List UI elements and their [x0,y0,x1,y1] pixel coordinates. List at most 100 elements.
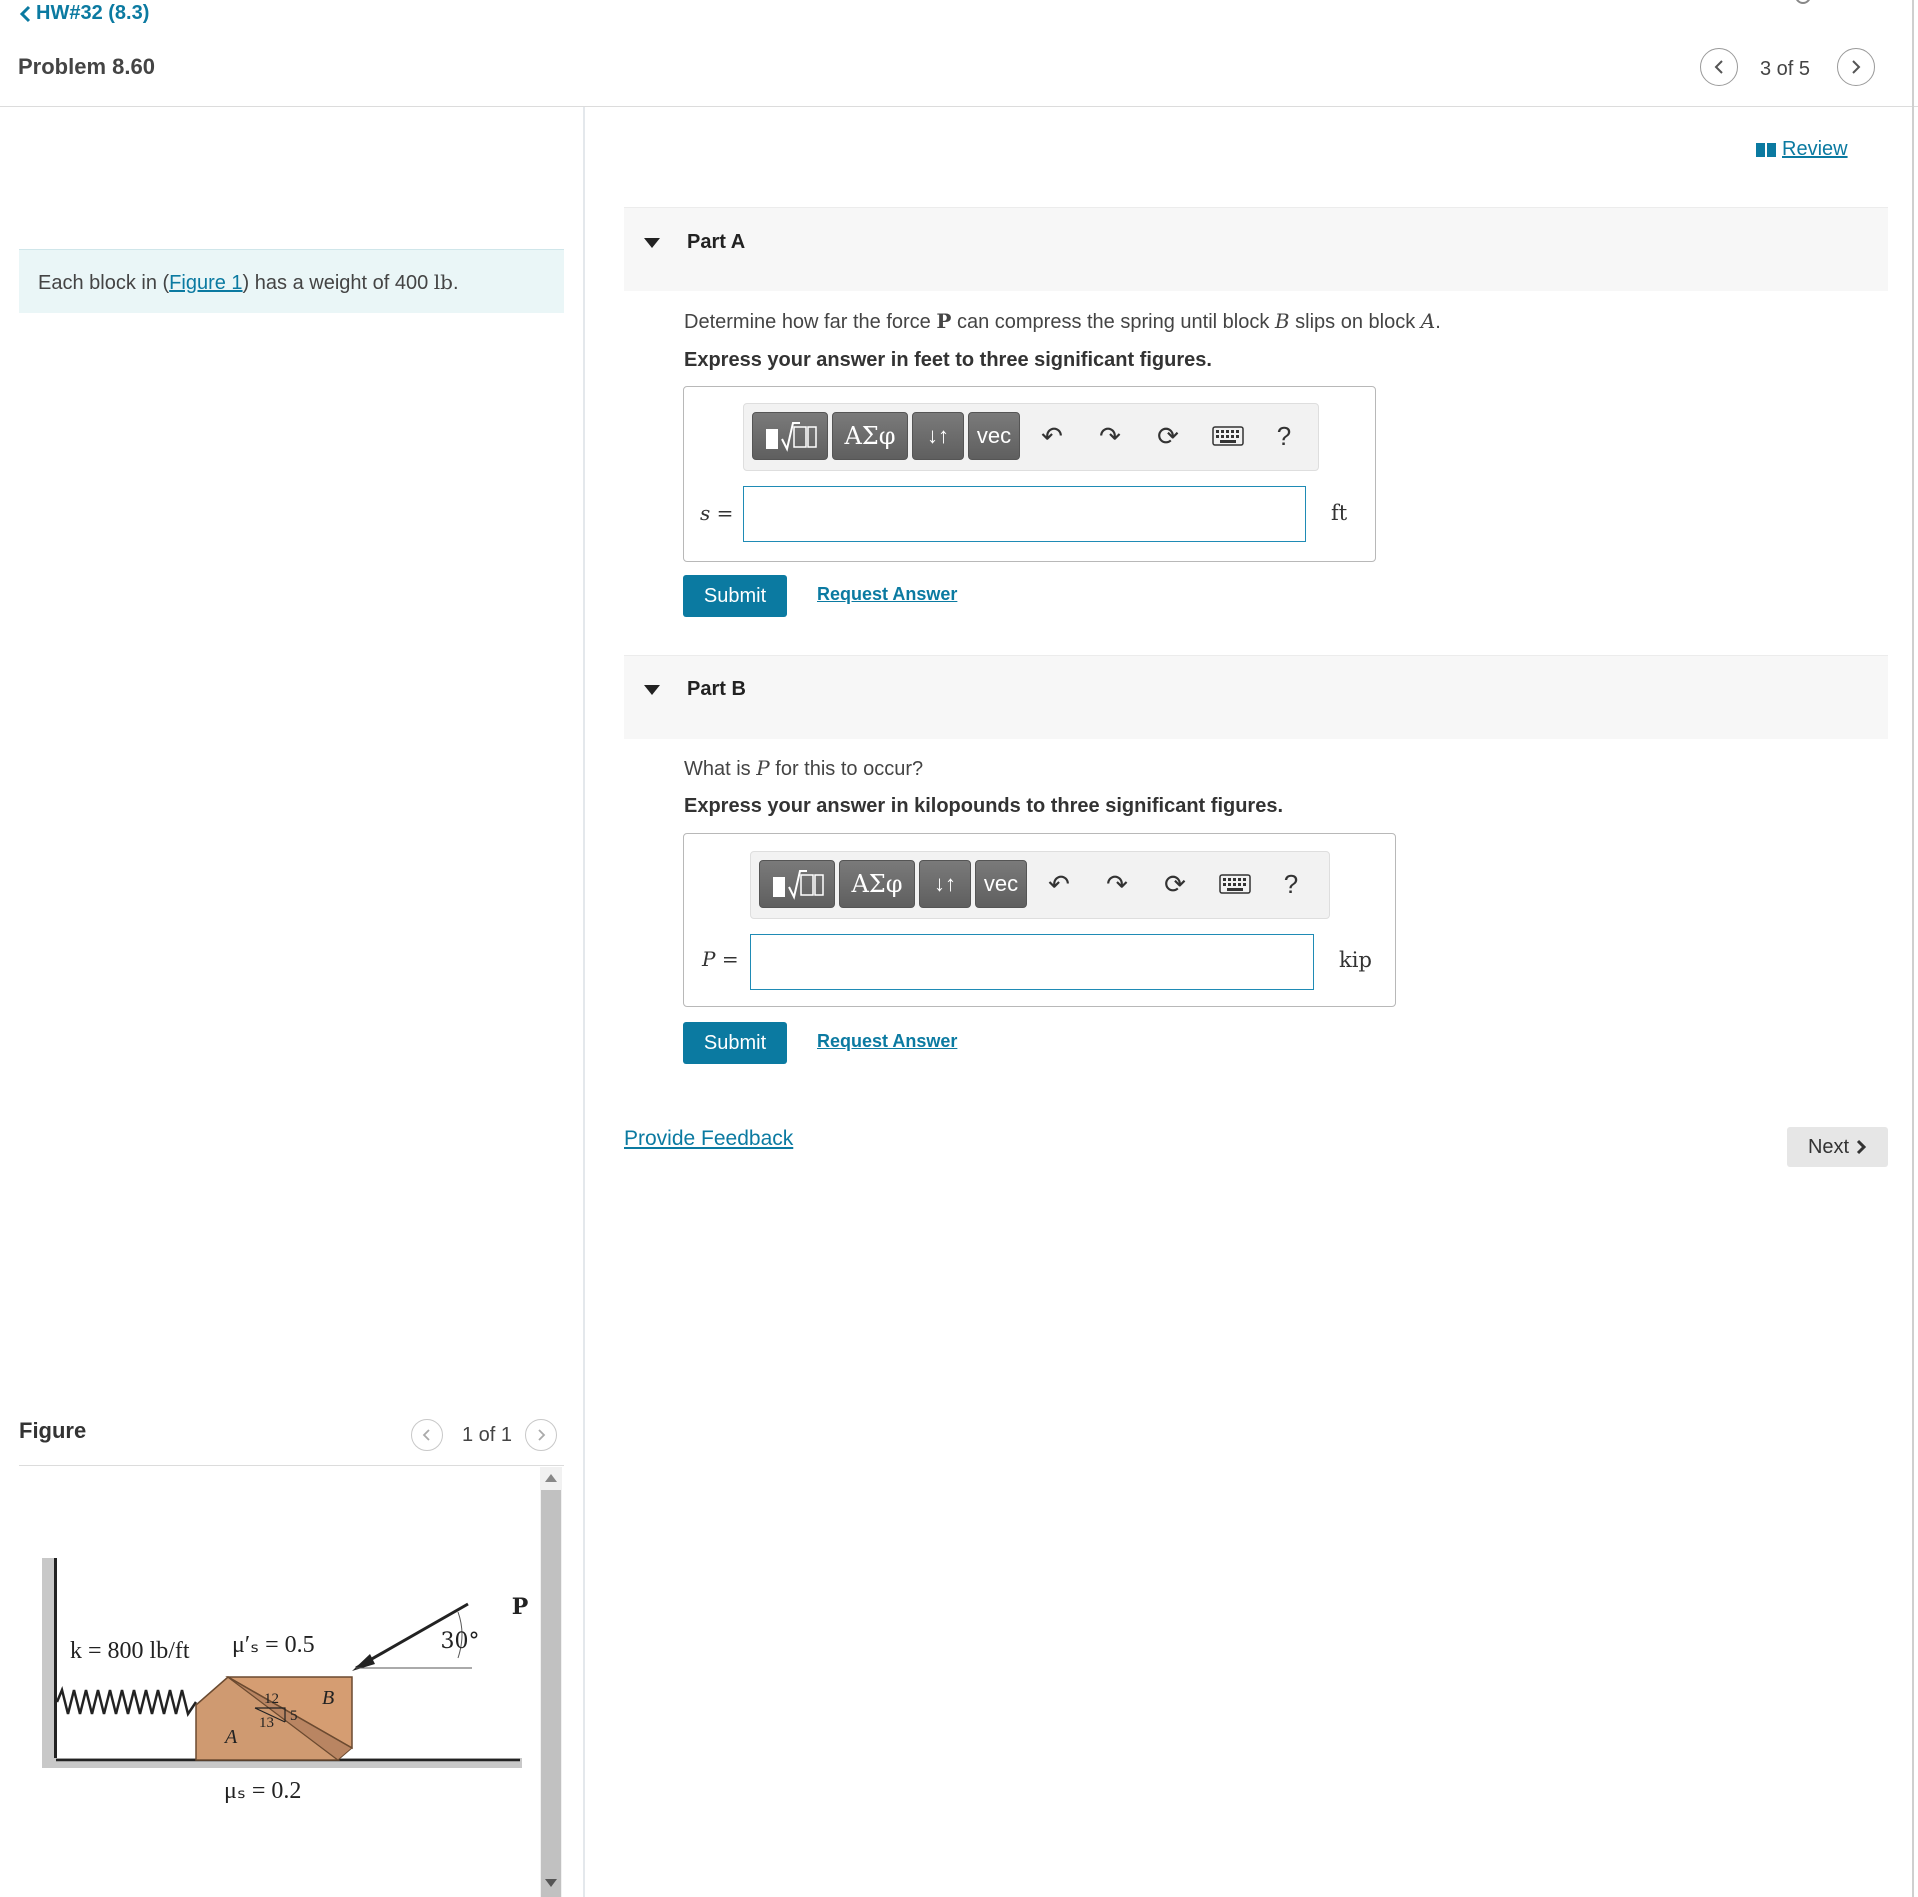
force-label: P [512,1594,529,1620]
part-a-question: Determine how far the force P can compre… [684,309,1441,334]
part-a-request-answer-link[interactable]: Request Answer [817,584,957,605]
status-indicator-icon [1795,0,1811,4]
slope-label-5: 5 [290,1708,298,1724]
slope-label-12: 12 [264,1691,279,1707]
q-text: What is [684,758,757,780]
intro-middle: ) has a weight of 400 [242,272,434,294]
q-text: slips on block [1289,311,1421,333]
column-divider [583,107,585,1897]
collapse-triangle-icon[interactable] [644,685,660,695]
problem-counter: 3 of 5 [1760,58,1811,80]
subscript-superscript-button[interactable]: ↓↑ [912,412,964,460]
vector-button[interactable]: vec [968,412,1020,460]
intro-prefix: Each block in ( [38,272,170,294]
chevron-left-icon [422,1429,430,1441]
redo-icon[interactable]: ↷ [1101,868,1133,900]
spring [55,1686,198,1718]
block-b-label: B [322,1687,334,1709]
wall [42,1558,56,1758]
wall-edge [54,1558,57,1758]
part-b-answer-input[interactable] [750,934,1314,990]
q-var-p: P [756,756,770,780]
help-button[interactable]: ? [1268,420,1300,452]
figure-link[interactable]: Figure 1 [169,272,242,294]
part-a-title: Part A [687,231,746,253]
part-b-title: Part B [687,678,746,700]
header-divider [0,106,1918,107]
part-a-header[interactable] [624,207,1888,291]
next-problem-button[interactable] [1837,48,1875,86]
part-b-instruction: Express your answer in kilopounds to thr… [684,795,1284,817]
figure-divider [19,1465,564,1466]
q-text: Determine how far the force [684,311,937,333]
vector-button[interactable]: vec [975,860,1027,908]
templates-button[interactable] [759,860,835,908]
templates-button[interactable] [752,412,828,460]
help-button[interactable]: ? [1275,868,1307,900]
math-toolbar: ΑΣφ ↓↑ vec ↶ ↷ ⟳ ? [743,403,1319,471]
templates-icon [766,422,817,452]
spring-constant-label: k = 800 lb/ft [70,1638,190,1664]
review-link[interactable]: Review [1756,138,1848,161]
page-scrollbar-edge [1912,0,1914,1897]
block-spring-figure: P 30° k = 800 lb/ft μ′ₛ = 0.5 μₛ = 0.2 A… [42,1558,529,1804]
figure-heading: Figure [19,1418,87,1443]
q-text: . [1435,311,1441,333]
part-a-unit: ft [1331,501,1348,525]
keyboard-icon[interactable] [1210,420,1246,452]
part-b-variable-label: P = [702,947,739,971]
part-a-instruction: Express your answer in feet to three sig… [684,349,1212,371]
block-a-label: A [223,1726,238,1748]
q-text: for this to occur? [769,758,924,780]
previous-problem-button[interactable] [1700,48,1738,86]
q-var-p: P [936,309,952,333]
chevron-right-icon [1852,60,1861,74]
collapse-triangle-icon[interactable] [644,238,660,248]
chevron-left-icon [1714,60,1723,74]
chevron-right-icon [1857,1139,1867,1155]
part-b-header[interactable] [624,655,1888,739]
reset-icon[interactable]: ⟳ [1159,868,1191,900]
next-label: Next [1807,1135,1850,1158]
problem-intro-text: Each block in (Figure 1) has a weight of… [38,270,459,295]
weight-unit: lb [433,270,453,294]
scroll-down-icon[interactable] [545,1879,557,1887]
mu-top-label: μ′ₛ = 0.5 [232,1632,315,1658]
intro-suffix: . [452,272,459,294]
scroll-up-icon[interactable] [545,1474,557,1482]
slope-label-13: 13 [259,1715,274,1731]
undo-icon[interactable]: ↶ [1036,420,1068,452]
figure-next-button[interactable] [525,1419,557,1451]
greek-symbols-button[interactable]: ΑΣφ [832,412,908,460]
q-var-b: B [1274,309,1290,333]
q-var-a: A [1420,309,1436,333]
keyboard-icon[interactable] [1217,868,1253,900]
redo-icon[interactable]: ↷ [1094,420,1126,452]
q-text: can compress the spring until block [951,311,1275,333]
subscript-superscript-button[interactable]: ↓↑ [919,860,971,908]
part-a-answer-box: ΑΣφ ↓↑ vec ↶ ↷ ⟳ ? s = ft [683,386,1376,562]
back-to-assignment-link[interactable]: HW#32 (8.3) [18,2,149,25]
reset-icon[interactable]: ⟳ [1152,420,1184,452]
part-a-answer-input[interactable] [743,486,1306,542]
figure-counter: 1 of 1 [462,1424,513,1446]
figure-scrollbar-thumb[interactable] [541,1490,561,1897]
provide-feedback-link[interactable]: Provide Feedback [624,1127,793,1151]
part-b-request-answer-link[interactable]: Request Answer [817,1031,957,1052]
undo-icon[interactable]: ↶ [1043,868,1075,900]
review-label: Review [1782,138,1848,160]
part-a-submit-button[interactable]: Submit [683,575,787,617]
next-button[interactable]: Next [1787,1127,1888,1167]
part-b-answer-box: ΑΣφ ↓↑ vec ↶ ↷ ⟳ ? P = kip [683,833,1396,1007]
chevron-left-icon [19,5,31,22]
math-toolbar: ΑΣφ ↓↑ vec ↶ ↷ ⟳ ? [750,851,1330,919]
part-b-unit: kip [1339,948,1372,972]
greek-symbols-button[interactable]: ΑΣφ [839,860,915,908]
mu-bottom-label: μₛ = 0.2 [224,1778,301,1804]
figure-prev-button[interactable] [411,1419,443,1451]
chevron-right-icon [538,1429,546,1441]
part-b-submit-button[interactable]: Submit [683,1022,787,1064]
angle-label: 30° [441,1629,480,1654]
part-a-variable-label: s = [700,501,734,525]
page-title: Problem 8.60 [18,54,155,79]
